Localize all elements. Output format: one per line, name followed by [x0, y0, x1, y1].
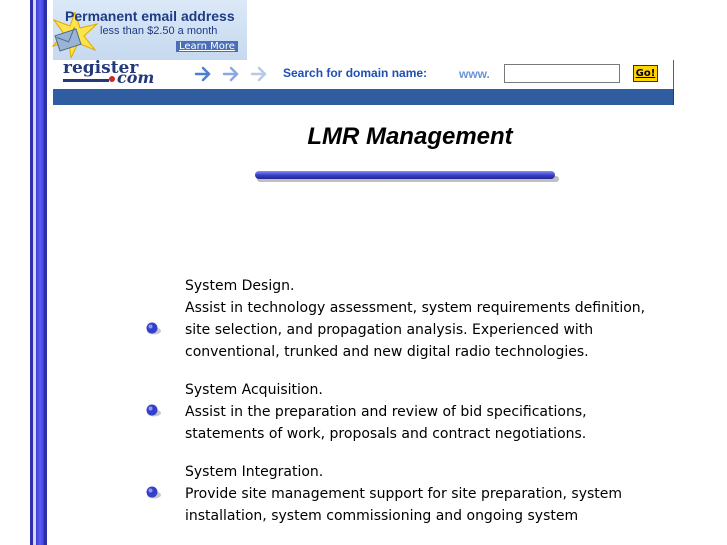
sphere-bullet-icon: [146, 404, 161, 417]
services-list: System Design. Assist in technology asse…: [145, 275, 665, 543]
arrows-icon: [194, 66, 267, 82]
sphere-bullet-icon: [146, 486, 161, 499]
domain-search-bar: register com Search for domain name: www…: [53, 58, 674, 89]
service-description: Assist in the preparation and review of …: [185, 404, 587, 442]
register-com-logo[interactable]: register com: [63, 58, 185, 88]
search-domain-label: Search for domain name:: [283, 66, 428, 80]
logo-dot-icon: [109, 76, 115, 82]
service-title: System Integration.: [185, 464, 324, 480]
logo-suffix-text: com: [117, 68, 155, 87]
www-prefix: www.: [459, 67, 490, 81]
service-title: System Design.: [185, 278, 295, 294]
domain-search-input[interactable]: [504, 64, 620, 83]
decorative-rule: [255, 171, 559, 182]
service-description: Provide site management support for site…: [185, 486, 623, 524]
service-title: System Acquisition.: [185, 382, 323, 398]
banner-blue-strip: [53, 89, 674, 105]
ad-subtitle: less than $2.50 a month: [100, 25, 218, 37]
email-ad[interactable]: Permanent email address less than $2.50 …: [51, 0, 247, 60]
learn-more-link[interactable]: Learn More: [176, 41, 238, 52]
ad-title: Permanent email address: [65, 8, 235, 24]
left-decorative-border: [0, 0, 48, 545]
service-description: Assist in technology assessment, system …: [185, 300, 646, 360]
logo-underline: [63, 79, 109, 82]
register-banner: Permanent email address less than $2.50 …: [51, 0, 674, 106]
list-item: System Design. Assist in technology asse…: [145, 275, 665, 363]
list-item: System Integration. Provide site managem…: [145, 461, 665, 527]
page-title: LMR Management: [307, 123, 513, 150]
go-button[interactable]: Go!: [633, 65, 658, 82]
sphere-bullet-icon: [146, 322, 161, 335]
list-item: System Acquisition. Assist in the prepar…: [145, 379, 665, 445]
